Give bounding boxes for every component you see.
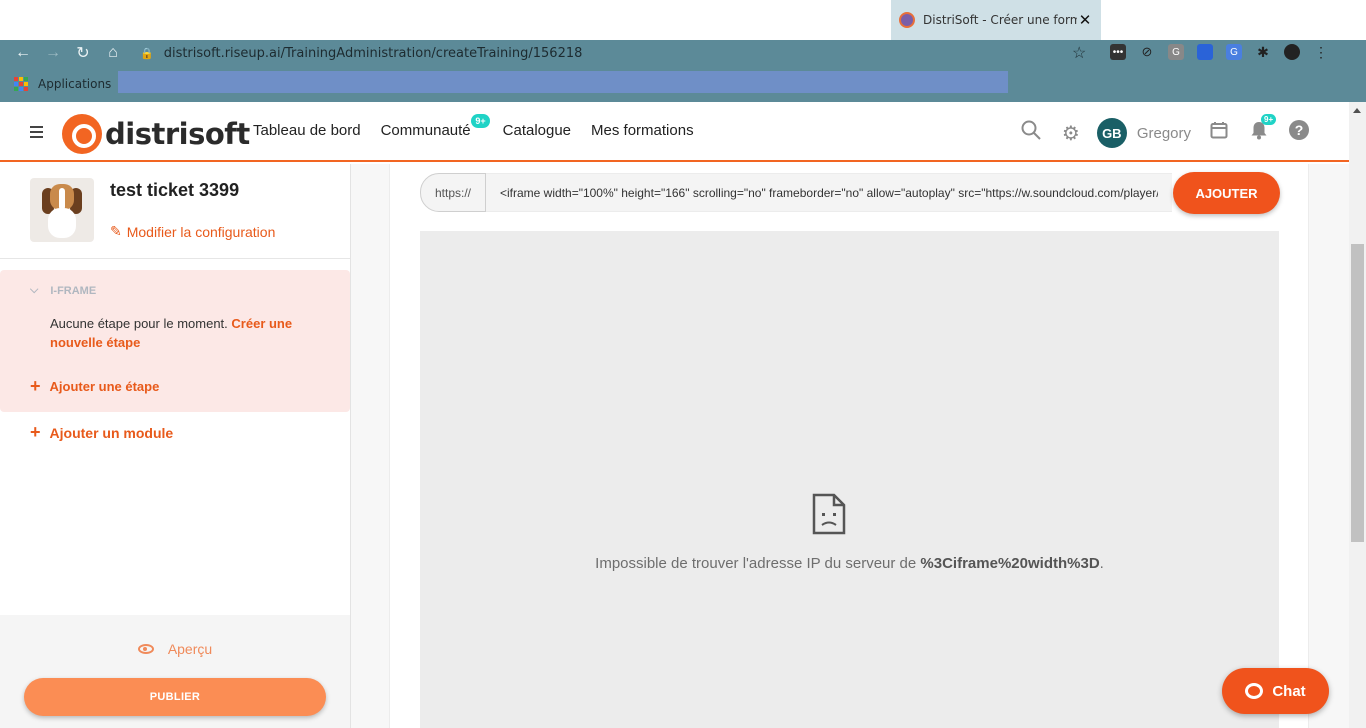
profile-icon[interactable] — [1284, 44, 1300, 60]
nav-dashboard[interactable]: Tableau de bord — [253, 122, 361, 139]
add-module-label: Ajouter un module — [49, 424, 174, 441]
plus-icon: + — [30, 376, 41, 396]
modify-config-link[interactable]: ✎ Modifier la configuration — [110, 223, 275, 240]
calendar-icon[interactable] — [1199, 121, 1239, 145]
reload-icon[interactable]: ↻ — [68, 41, 98, 65]
scroll-up-arrow[interactable] — [1353, 108, 1361, 113]
preview-label: Aperçu — [167, 641, 213, 657]
help-icon[interactable]: ? — [1279, 120, 1319, 146]
bookmarks-bar: Applications — [0, 66, 1366, 102]
search-icon[interactable] — [1011, 120, 1051, 146]
error-message: Impossible de trouver l'adresse IP du se… — [420, 555, 1279, 572]
apps-grid-icon[interactable] — [14, 77, 28, 91]
empty-text: Aucune étape pour le moment. — [50, 316, 228, 331]
nav-my-trainings[interactable]: Mes formations — [591, 122, 694, 139]
bookmarks-apps-label[interactable]: Applications — [38, 77, 111, 91]
logo-text: distrisoft — [105, 117, 250, 151]
logo-mark-icon — [62, 114, 102, 154]
extension-dots-icon[interactable]: ••• — [1110, 44, 1126, 60]
logo[interactable]: distrisoft — [62, 114, 250, 154]
puzzle-icon[interactable]: ✱ — [1255, 44, 1271, 60]
tab-title: DistriSoft - Créer une formati — [923, 13, 1077, 27]
training-thumbnail — [30, 178, 94, 242]
app-header: distrisoft Tableau de bord Communauté 9+… — [0, 102, 1349, 162]
scheme-prefix[interactable]: https:// — [420, 173, 486, 212]
main-content: https:// AJOUTER Impossible de trouver l… — [351, 164, 1349, 728]
bookmarks-highlight — [118, 71, 1008, 93]
module-empty-message: Aucune étape pour le moment. Créer une n… — [50, 314, 330, 352]
hamburger-menu-icon[interactable] — [30, 126, 43, 138]
back-icon[interactable]: ← — [8, 41, 38, 65]
browser-tab-strip: DistriSoft - Créer une formati ✕ — [0, 0, 1366, 40]
nav-community-label: Communauté — [380, 122, 471, 139]
add-step-button[interactable]: + Ajouter une étape — [30, 376, 159, 397]
bookmark-star-icon[interactable]: ☆ — [1072, 43, 1086, 63]
error-prefix: Impossible de trouver l'adresse IP du se… — [595, 555, 921, 572]
training-title: test ticket 3399 — [110, 180, 240, 200]
address-bar[interactable]: 🔒 distrisoft.riseup.ai/TrainingAdministr… — [140, 41, 1100, 65]
main-nav: Tableau de bord Communauté 9+ Catalogue … — [253, 114, 694, 139]
browser-toolbar: ← → ↻ ⌂ 🔒 distrisoft.riseup.ai/TrainingA… — [0, 40, 1366, 66]
eye-icon — [137, 644, 154, 654]
extensions-area: ••• ⊘ G G ✱ ⋮ — [1110, 44, 1329, 60]
username[interactable]: Gregory — [1137, 125, 1191, 142]
translate-icon[interactable]: G — [1226, 44, 1242, 60]
community-badge: 9+ — [471, 114, 490, 128]
module-header[interactable]: ⌵ I-FRAME — [30, 284, 96, 297]
add-module-button[interactable]: + Ajouter un module — [30, 422, 173, 443]
modify-config-label: Modifier la configuration — [126, 223, 276, 240]
svg-text:?: ? — [1295, 122, 1304, 138]
chat-button[interactable]: Chat — [1222, 668, 1329, 714]
sad-document-icon — [812, 493, 846, 535]
bell-icon[interactable]: 9+ — [1239, 114, 1279, 146]
close-tab-icon[interactable]: ✕ — [1077, 11, 1093, 29]
nav-community[interactable]: Communauté 9+ — [380, 114, 490, 139]
scrollbar-thumb[interactable] — [1351, 244, 1364, 542]
pencil-icon: ✎ — [110, 223, 122, 239]
extension-g-icon[interactable]: G — [1168, 44, 1184, 60]
forward-icon[interactable]: → — [38, 41, 68, 65]
step-editor-card: https:// AJOUTER Impossible de trouver l… — [389, 164, 1309, 728]
training-sidebar: test ticket 3399 ✎ Modifier la configura… — [0, 164, 351, 728]
error-suffix: . — [1099, 555, 1104, 572]
avatar[interactable]: GB — [1096, 118, 1127, 148]
extension-blue-icon[interactable] — [1197, 44, 1213, 60]
gear-icon[interactable]: ⚙ — [1051, 121, 1091, 146]
header-actions: ⚙ GB Gregory 9+ ? — [1011, 114, 1319, 148]
extension-block-icon[interactable]: ⊘ — [1139, 44, 1155, 60]
address-text: distrisoft.riseup.ai/TrainingAdministrat… — [163, 45, 583, 61]
training-header: test ticket 3399 ✎ Modifier la configura… — [0, 164, 350, 259]
plus-icon: + — [30, 422, 41, 442]
chat-bubble-icon — [1245, 683, 1264, 699]
add-button[interactable]: AJOUTER — [1173, 172, 1280, 214]
page-scrollbar[interactable] — [1349, 102, 1366, 728]
nav-catalog[interactable]: Catalogue — [503, 122, 571, 139]
error-host: %3Ciframe%20width%3D — [920, 555, 1100, 572]
preview-link[interactable]: Aperçu — [0, 641, 350, 657]
add-step-label: Ajouter une étape — [49, 379, 160, 394]
embed-url-row: https:// — [420, 173, 1172, 212]
embed-code-input[interactable] — [486, 173, 1172, 212]
chat-label: Chat — [1272, 682, 1306, 700]
module-name: I-FRAME — [50, 284, 97, 297]
chevron-down-icon[interactable]: ⌵ — [30, 284, 38, 297]
iframe-preview: Impossible de trouver l'adresse IP du se… — [420, 231, 1279, 728]
sidebar-footer: Aperçu PUBLIER — [0, 615, 350, 728]
site-favicon-icon — [899, 12, 915, 28]
notifications-badge: 9+ — [1261, 114, 1277, 125]
menu-dots-icon[interactable]: ⋮ — [1313, 44, 1329, 60]
lock-icon: 🔒 — [140, 46, 154, 60]
home-icon[interactable]: ⌂ — [98, 41, 128, 65]
module-iframe: ⌵ I-FRAME Aucune étape pour le moment. C… — [0, 270, 350, 412]
publish-button[interactable]: PUBLIER — [24, 678, 326, 716]
browser-tab[interactable]: DistriSoft - Créer une formati ✕ — [891, 0, 1101, 40]
